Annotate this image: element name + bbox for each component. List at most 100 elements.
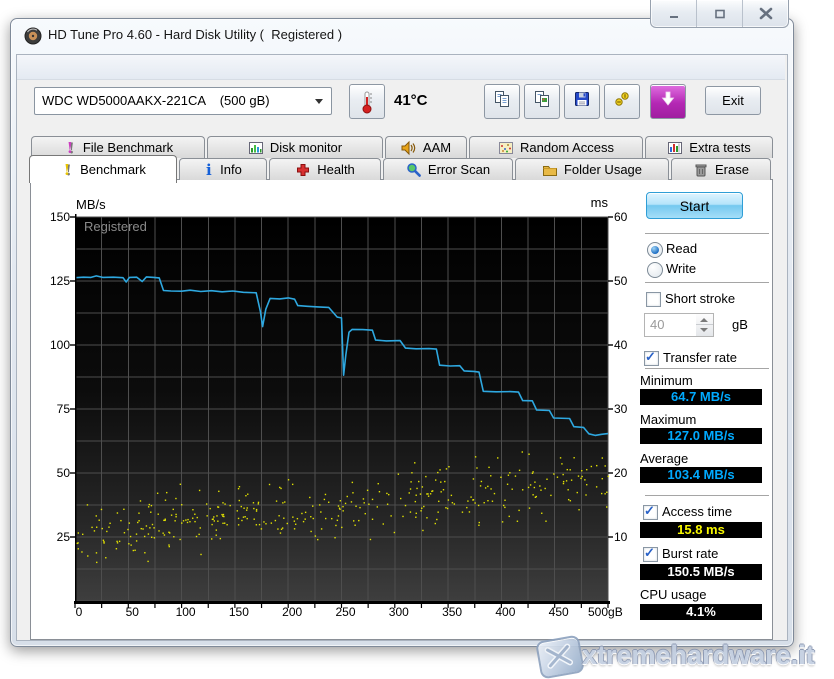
tab-label: Erase <box>715 162 749 177</box>
minimum-label: Minimum <box>640 373 693 388</box>
access-time-checkbox[interactable] <box>643 503 658 520</box>
copy-text-button[interactable] <box>484 84 520 119</box>
site-logo-x-icon <box>535 634 585 679</box>
maximize-button[interactable] <box>697 0 743 27</box>
svg-text:i: i <box>206 162 212 178</box>
floppy-disk-icon <box>573 90 591 113</box>
health-cross-icon <box>295 162 311 178</box>
save-button[interactable] <box>564 84 600 119</box>
tab-benchmark[interactable]: !! Benchmark <box>29 155 177 183</box>
short-stroke-checkbox[interactable] <box>646 292 661 307</box>
exit-button[interactable]: Exit <box>705 86 761 115</box>
thermometer-icon <box>362 91 372 113</box>
tab-label: Disk monitor <box>269 140 343 155</box>
options-button[interactable] <box>604 84 640 119</box>
x-axis-tick: 400 <box>495 605 516 619</box>
x-axis-tick: 50 <box>125 605 139 619</box>
tab-folder-usage[interactable]: Folder Usage <box>515 158 669 180</box>
minimize-icon <box>669 15 678 18</box>
mini-chart-icon <box>667 140 683 156</box>
stepper-down-icon[interactable] <box>700 328 708 332</box>
tab-label: Info <box>220 162 242 177</box>
exclamation-yellow-icon: !! <box>60 162 74 178</box>
tab-disk-monitor[interactable]: Disk monitor <box>207 136 383 158</box>
y-right-axis-tick: 40 <box>614 338 628 352</box>
x-axis-tick: 0 <box>75 605 83 619</box>
tab-health[interactable]: Health <box>269 158 381 180</box>
access-time-value: 15.8 ms <box>640 522 762 538</box>
minimize-button[interactable] <box>651 0 697 27</box>
y-left-axis-tick: 25 <box>56 530 70 544</box>
close-button[interactable] <box>743 0 788 27</box>
y-left-axis-tick: 150 <box>49 210 70 224</box>
write-radio[interactable] <box>647 262 663 278</box>
short-stroke-label[interactable]: Short stroke <box>665 291 735 306</box>
start-button[interactable]: Start <box>646 192 743 219</box>
tab-erase[interactable]: Erase <box>671 158 771 180</box>
capacity-stepper[interactable] <box>696 313 714 337</box>
read-radio[interactable] <box>647 242 663 258</box>
tab-extra-tests[interactable]: Extra tests <box>645 136 773 158</box>
tab-random-access[interactable]: Random Access <box>469 136 643 158</box>
tab-info[interactable]: i Info <box>179 158 267 180</box>
exclamation-magenta-icon: !! <box>63 140 77 156</box>
tools-icon <box>613 90 631 113</box>
info-icon: i <box>204 162 214 178</box>
site-watermark-text: xtremehardware.it <box>582 640 815 670</box>
tab-label: File Benchmark <box>82 140 174 155</box>
tab-aam[interactable]: AAM <box>385 136 467 158</box>
copy-image-icon <box>533 90 551 113</box>
benchmark-chart <box>70 214 613 608</box>
burst-rate-label[interactable]: Burst rate <box>662 546 718 561</box>
cpu-usage-label: CPU usage <box>640 587 707 602</box>
maximum-value: 127.0 MB/s <box>640 428 762 444</box>
burst-rate-value: 150.5 MB/s <box>640 564 762 580</box>
speaker-icon <box>401 140 417 156</box>
drive-select-combobox[interactable]: WDC WD5000AAKX-221CA (500 gB) <box>34 87 332 115</box>
app-icon <box>24 27 42 45</box>
separator <box>645 282 769 283</box>
x-axis-tick: 200 <box>282 605 303 619</box>
folder-icon <box>542 162 558 178</box>
capacity-unit-label: gB <box>732 317 748 332</box>
copy-image-button[interactable] <box>524 84 560 119</box>
access-time-label[interactable]: Access time <box>662 504 732 519</box>
maximum-label: Maximum <box>640 412 697 427</box>
magnifier-icon <box>406 162 422 178</box>
x-axis-tick: 300 <box>388 605 409 619</box>
separator <box>645 233 769 234</box>
x-axis-tick: 450 <box>548 605 569 619</box>
x-axis-tick: 150 <box>228 605 249 619</box>
separator <box>645 368 769 369</box>
screenshot-page: HD Tune Pro 4.60 - Hard Disk Utility ( R… <box>0 0 834 679</box>
download-button[interactable] <box>650 84 686 119</box>
tab-error-scan[interactable]: Error Scan <box>383 158 513 180</box>
read-radio-label[interactable]: Read <box>666 241 697 256</box>
y-right-axis-tick: 60 <box>614 210 628 224</box>
trash-icon <box>693 162 709 178</box>
cpu-usage-value: 4.1% <box>640 604 762 620</box>
tab-label: Extra tests <box>689 140 751 155</box>
tab-label: Health <box>317 162 355 177</box>
burst-rate-checkbox[interactable] <box>643 545 658 562</box>
window-controls <box>650 0 789 28</box>
separator <box>645 495 769 496</box>
tab-label: Error Scan <box>427 162 491 177</box>
tab-label: Benchmark <box>80 162 146 177</box>
drive-selected-value: WDC WD5000AAKX-221CA (500 gB) <box>42 93 270 108</box>
x-axis-tick: 500gB <box>588 605 623 619</box>
y-left-axis-tick: 75 <box>56 402 70 416</box>
transfer-rate-label[interactable]: Transfer rate <box>663 350 737 365</box>
registered-watermark: Registered <box>84 219 147 234</box>
stepper-up-icon[interactable] <box>700 318 708 322</box>
transfer-rate-checkbox[interactable] <box>644 349 659 366</box>
y-left-axis-tick: 125 <box>49 274 70 288</box>
copy-pages-icon <box>493 90 511 113</box>
tab-label: AAM <box>422 140 452 155</box>
temperature-button[interactable] <box>349 84 385 119</box>
write-radio-label[interactable]: Write <box>666 261 696 276</box>
capacity-input[interactable]: 40 <box>644 313 698 337</box>
y-left-axis-tick: 50 <box>56 466 70 480</box>
tab-label: Random Access <box>520 140 614 155</box>
x-axis-tick: 100 <box>175 605 196 619</box>
